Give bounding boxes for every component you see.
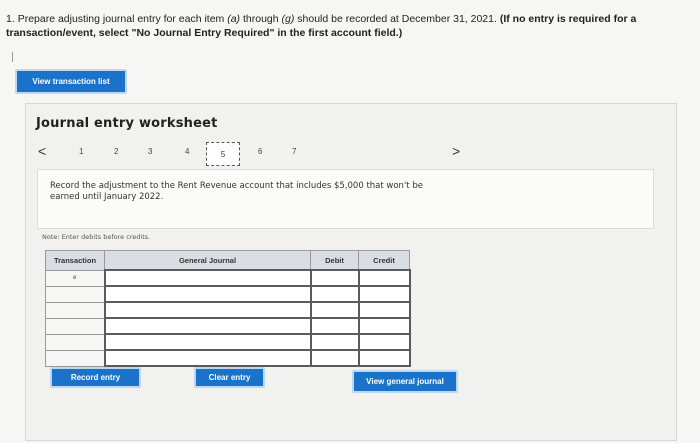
table-row xyxy=(45,333,411,351)
page-2[interactable]: 2 xyxy=(114,147,118,156)
account-input[interactable] xyxy=(103,301,312,319)
general-journal-header: General Journal xyxy=(104,250,311,271)
page-7[interactable]: 7 xyxy=(292,147,296,156)
debit-input[interactable] xyxy=(309,349,360,367)
table-row: e xyxy=(45,269,411,287)
question-text: 1. Prepare adjusting journal entry for e… xyxy=(6,13,637,39)
debits-note: Note: Enter debits before credits. xyxy=(42,233,151,241)
transaction-description: Record the adjustment to the Rent Revenu… xyxy=(50,181,423,202)
page-3[interactable]: 3 xyxy=(148,147,152,156)
account-input[interactable] xyxy=(103,333,312,351)
debit-input[interactable] xyxy=(309,317,360,335)
next-page-arrow[interactable]: > xyxy=(452,143,460,159)
debit-input[interactable] xyxy=(309,301,360,319)
table-row xyxy=(45,349,411,367)
transaction-cell xyxy=(45,317,105,335)
table-row xyxy=(45,317,411,335)
debit-header: Debit xyxy=(310,250,359,271)
debit-input[interactable] xyxy=(309,269,360,287)
table-row xyxy=(45,285,411,303)
credit-input[interactable] xyxy=(357,317,411,335)
worksheet-title: Journal entry worksheet xyxy=(36,116,218,131)
record-entry-button[interactable]: Record entry xyxy=(50,367,141,388)
view-general-journal-button[interactable]: View general journal xyxy=(352,370,458,393)
account-input[interactable] xyxy=(103,285,312,303)
clear-entry-button[interactable]: Clear entry xyxy=(194,367,265,388)
prev-page-arrow[interactable]: < xyxy=(38,143,46,159)
journal-table: Transaction General Journal Debit Credit… xyxy=(45,250,411,367)
account-input[interactable] xyxy=(103,349,312,367)
credit-input[interactable] xyxy=(357,269,411,287)
transaction-cell xyxy=(45,349,105,367)
account-input[interactable] xyxy=(103,317,312,335)
debit-input[interactable] xyxy=(309,285,360,303)
page-5-current[interactable]: 5 xyxy=(206,142,240,166)
table-header-row: Transaction General Journal Debit Credit xyxy=(45,250,410,271)
page-4[interactable]: 4 xyxy=(185,147,189,156)
transaction-cell xyxy=(45,301,105,319)
question-number: 1. xyxy=(6,13,15,25)
table-row xyxy=(45,301,411,319)
debit-input[interactable] xyxy=(309,333,360,351)
credit-input[interactable] xyxy=(357,349,411,367)
page-1[interactable]: 1 xyxy=(79,147,83,156)
account-input[interactable] xyxy=(103,269,312,287)
transaction-cell xyxy=(45,333,105,351)
credit-input[interactable] xyxy=(357,301,411,319)
credit-input[interactable] xyxy=(357,285,411,303)
transaction-cell xyxy=(45,285,105,303)
credit-input[interactable] xyxy=(357,333,411,351)
transaction-header: Transaction xyxy=(45,250,105,271)
text-cursor xyxy=(12,52,13,62)
view-transaction-list-button[interactable]: View transaction list xyxy=(15,69,127,94)
transaction-cell: e xyxy=(45,269,105,287)
page-6[interactable]: 6 xyxy=(258,147,262,156)
credit-header: Credit xyxy=(358,250,410,271)
